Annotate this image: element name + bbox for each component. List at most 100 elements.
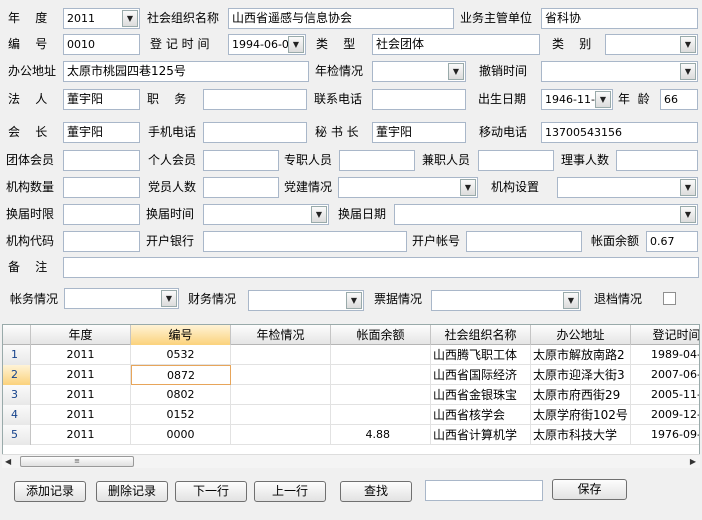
grid-header-number[interactable]: 编号 — [131, 325, 231, 345]
party-count-field[interactable] — [203, 177, 279, 198]
cell-year[interactable]: 2011 — [31, 365, 131, 385]
chevron-down-icon[interactable]: ▼ — [311, 206, 327, 223]
birth-date-picker[interactable]: 1946-11- ▼ — [541, 89, 613, 110]
cell-address[interactable]: 太原市解放南路2 — [531, 345, 631, 365]
cell-balance[interactable]: 4.88 — [331, 425, 431, 445]
chevron-down-icon[interactable]: ▼ — [448, 63, 464, 80]
table-row[interactable]: 4 2011 0152 山西省核学会 太原学府街102号 2009-12- — [3, 405, 699, 425]
cell-balance[interactable] — [331, 345, 431, 365]
cell-year[interactable]: 2011 — [31, 405, 131, 425]
cell-number[interactable]: 0802 — [131, 385, 231, 405]
secretary-field[interactable]: 董宇阳 — [372, 122, 466, 143]
org-code-field[interactable] — [63, 231, 140, 252]
category-select[interactable]: ▼ — [605, 34, 698, 55]
number-field[interactable]: 0010 — [63, 34, 140, 55]
cell-annual-check[interactable] — [231, 345, 331, 365]
address-field[interactable]: 太原市桃园四巷125号 — [63, 61, 309, 82]
cancel-time-picker[interactable]: ▼ — [541, 61, 698, 82]
chevron-down-icon[interactable]: ▼ — [680, 36, 696, 53]
cell-annual-check[interactable] — [231, 425, 331, 445]
next-row-button[interactable]: 下一行 — [175, 481, 247, 502]
chevron-down-icon[interactable]: ▼ — [563, 292, 579, 309]
legal-field[interactable]: 董宇阳 — [63, 89, 140, 110]
cell-address[interactable]: 太原市科技大学 — [531, 425, 631, 445]
scroll-left-icon[interactable]: ◀ — [5, 455, 11, 468]
cell-reg-time[interactable]: 1976-09- — [631, 425, 699, 445]
table-row[interactable]: 5 2011 0000 4.88 山西省计算机学 太原市科技大学 1976-09… — [3, 425, 699, 445]
add-record-button[interactable]: 添加记录 — [14, 481, 86, 502]
finance-select[interactable]: ▼ — [248, 290, 364, 311]
group-member-field[interactable] — [63, 150, 140, 171]
chevron-down-icon[interactable]: ▼ — [346, 292, 362, 309]
cell-number[interactable]: 0872 — [131, 365, 231, 385]
cell-address[interactable]: 太原学府街102号 — [531, 405, 631, 425]
search-input[interactable] — [425, 480, 543, 501]
balance-field[interactable]: 0.67 — [646, 231, 698, 252]
search-button[interactable]: 查找 — [340, 481, 412, 502]
cell-org-name[interactable]: 山西腾飞职工体 — [431, 345, 531, 365]
scrollbar-thumb[interactable]: ≡ — [20, 456, 134, 467]
term-time-select[interactable]: ▼ — [203, 204, 329, 225]
grid-header-balance[interactable]: 帐面余额 — [331, 325, 431, 345]
term-limit-field[interactable] — [63, 204, 140, 225]
year-select[interactable]: 2011 ▼ — [63, 8, 140, 29]
scroll-right-icon[interactable]: ▶ — [690, 455, 696, 468]
reg-time-picker[interactable]: 1994-06-01 ▼ — [228, 34, 306, 55]
cell-year[interactable]: 2011 — [31, 425, 131, 445]
grid-header-year[interactable]: 年度 — [31, 325, 131, 345]
account-field[interactable] — [466, 231, 582, 252]
cell-number[interactable]: 0000 — [131, 425, 231, 445]
cell-reg-time[interactable]: 1989-04- — [631, 345, 699, 365]
grid-header-org-name[interactable]: 社会组织名称 — [431, 325, 531, 345]
retire-checkbox[interactable] — [663, 292, 676, 305]
table-row[interactable]: 1 2011 0532 山西腾飞职工体 太原市解放南路2 1989-04- — [3, 345, 699, 365]
remark-field[interactable] — [63, 257, 699, 278]
cell-reg-time[interactable]: 2009-12- — [631, 405, 699, 425]
annual-check-select[interactable]: ▼ — [372, 61, 466, 82]
cell-number[interactable]: 0532 — [131, 345, 231, 365]
cell-number[interactable]: 0152 — [131, 405, 231, 425]
type-field[interactable]: 社会团体 — [372, 34, 540, 55]
fulltime-field[interactable] — [339, 150, 415, 171]
chevron-down-icon[interactable]: ▼ — [680, 179, 696, 196]
cell-year[interactable]: 2011 — [31, 345, 131, 365]
grid-header-reg-time[interactable]: 登记时间 — [631, 325, 699, 345]
save-button[interactable]: 保存 — [552, 479, 627, 500]
parttime-field[interactable] — [478, 150, 554, 171]
mobile2-field[interactable]: 13700543156 — [541, 122, 698, 143]
cell-org-name[interactable]: 山西省金银珠宝 — [431, 385, 531, 405]
cell-org-name[interactable]: 山西省计算机学 — [431, 425, 531, 445]
chevron-down-icon[interactable]: ▼ — [161, 290, 177, 307]
cell-balance[interactable] — [331, 385, 431, 405]
duty-field[interactable] — [203, 89, 307, 110]
chevron-down-icon[interactable]: ▼ — [288, 36, 304, 53]
cell-balance[interactable] — [331, 405, 431, 425]
grid-header-address[interactable]: 办公地址 — [531, 325, 631, 345]
cell-balance[interactable] — [331, 365, 431, 385]
cell-annual-check[interactable] — [231, 365, 331, 385]
org-count-field[interactable] — [63, 177, 140, 198]
chevron-down-icon[interactable]: ▼ — [680, 63, 696, 80]
grid-header-annual-check[interactable]: 年检情况 — [231, 325, 331, 345]
chevron-down-icon[interactable]: ▼ — [122, 10, 138, 27]
finance-status-select[interactable]: ▼ — [64, 288, 179, 309]
supervisor-field[interactable]: 省科协 — [541, 8, 698, 29]
cell-org-name[interactable]: 山西省核学会 — [431, 405, 531, 425]
party-build-select[interactable]: ▼ — [338, 177, 478, 198]
phone-field[interactable] — [372, 89, 466, 110]
cell-year[interactable]: 2011 — [31, 385, 131, 405]
prev-row-button[interactable]: 上一行 — [254, 481, 326, 502]
delete-record-button[interactable]: 删除记录 — [96, 481, 168, 502]
table-row[interactable]: 3 2011 0802 山西省金银珠宝 太原市府西街29 2005-11- — [3, 385, 699, 405]
president-field[interactable]: 董宇阳 — [63, 122, 140, 143]
horizontal-scrollbar[interactable]: ◀ ≡ ▶ — [2, 454, 700, 468]
chevron-down-icon[interactable]: ▼ — [680, 206, 696, 223]
org-name-field[interactable]: 山西省遥感与信息协会 — [228, 8, 454, 29]
cell-annual-check[interactable] — [231, 385, 331, 405]
age-field[interactable]: 66 — [660, 89, 698, 110]
bank-field[interactable] — [203, 231, 407, 252]
cell-reg-time[interactable]: 2007-06- — [631, 365, 699, 385]
cell-annual-check[interactable] — [231, 405, 331, 425]
directors-field[interactable] — [616, 150, 698, 171]
cell-org-name[interactable]: 山西省国际经济 — [431, 365, 531, 385]
